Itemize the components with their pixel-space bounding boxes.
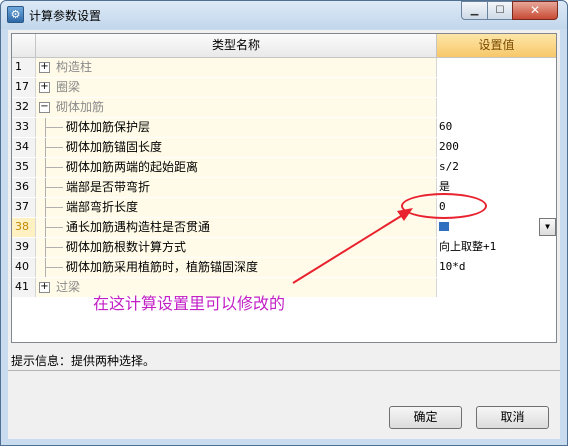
ok-button[interactable]: 确定 [389, 406, 462, 429]
value-cell[interactable]: 向上取整+1 [437, 238, 556, 257]
name-cell[interactable]: + 圈梁 [36, 78, 437, 97]
value-cell[interactable] [437, 58, 556, 77]
grid-row[interactable]: 36 端部是否带弯折 是 [12, 178, 556, 197]
value-combo[interactable]: ▼ [437, 218, 556, 237]
grid-row[interactable]: 33 砌体加筋保护层 60 [12, 118, 556, 137]
name-cell[interactable]: 砌体加筋保护层 [36, 118, 437, 137]
row-number: 36 [12, 178, 36, 197]
value-cell[interactable]: 60 [437, 118, 556, 137]
minimize-button[interactable]: ▁ [461, 1, 488, 20]
expand-plus-icon[interactable]: + [39, 82, 50, 93]
value-cell[interactable] [437, 98, 556, 117]
group-label: 圈梁 [56, 80, 81, 94]
name-cell[interactable]: − 砌体加筋 [36, 98, 437, 117]
tree-branch [45, 167, 63, 168]
name-cell[interactable]: 端部是否带弯折 [36, 178, 437, 197]
setting-label: 砌体加筋两端的起始距离 [66, 160, 199, 174]
column-header-value[interactable]: 设置值 [437, 34, 556, 58]
grid-row-group[interactable]: 17 + 圈梁 [12, 78, 556, 97]
close-button[interactable]: ✕ [512, 1, 558, 20]
grid-row[interactable]: 35 砌体加筋两端的起始距离 s/2 [12, 158, 556, 177]
name-cell[interactable]: 砌体加筋根数计算方式 [36, 238, 437, 257]
window-title: 计算参数设置 [29, 9, 102, 23]
grid-row[interactable]: 39 砌体加筋根数计算方式 向上取整+1 [12, 238, 556, 257]
divider [8, 370, 560, 371]
grid-row-selected[interactable]: 38 通长加筋遇构造柱是否贯通 ▼ [12, 218, 556, 237]
hint-text: 提示信息：提供两种选择。 [11, 354, 156, 368]
value-cell[interactable]: s/2 [437, 158, 556, 177]
name-cell[interactable]: + 构造柱 [36, 58, 437, 77]
tree-branch [45, 207, 63, 208]
title-bar[interactable]: ⚙ 计算参数设置 ▁ ☐ ✕ [1, 1, 567, 29]
grid-row[interactable]: 40 砌体加筋采用植筋时，植筋锚固深度 10*d [12, 258, 556, 277]
setting-label: 通长加筋遇构造柱是否贯通 [66, 220, 211, 234]
setting-label: 端部弯折长度 [66, 200, 139, 214]
expand-plus-icon[interactable]: + [39, 282, 50, 293]
group-label: 构造柱 [56, 60, 93, 74]
row-number: 1 [12, 58, 36, 77]
setting-label: 端部是否带弯折 [66, 180, 151, 194]
tree-branch [45, 227, 63, 228]
expand-plus-icon[interactable]: + [39, 62, 50, 73]
dialog-client-area: 类型名称 设置值 1 + 构造柱 17 + 圈梁 32 − 砌体加筋 33 砌体… [8, 30, 560, 439]
row-number: 38 [12, 218, 36, 237]
cancel-button[interactable]: 取消 [476, 406, 549, 429]
row-number: 40 [12, 258, 36, 277]
settings-app-icon: ⚙ [7, 6, 24, 23]
grid-header: 类型名称 设置值 [12, 34, 556, 58]
row-number: 39 [12, 238, 36, 257]
tree-branch [45, 247, 63, 248]
value-cell[interactable] [437, 278, 556, 297]
name-cell[interactable]: 通长加筋遇构造柱是否贯通 [36, 218, 437, 237]
row-number: 17 [12, 78, 36, 97]
row-number: 35 [12, 158, 36, 177]
value-cell[interactable]: 10*d [437, 258, 556, 277]
annotation-ellipse [401, 193, 487, 219]
name-cell[interactable]: 砌体加筋采用植筋时，植筋锚固深度 [36, 258, 437, 277]
row-number: 41 [12, 278, 36, 297]
combo-value-icon [439, 221, 449, 231]
settings-dialog: ⚙ 计算参数设置 ▁ ☐ ✕ 类型名称 设置值 1 + 构造柱 17 + 圈梁 … [0, 0, 568, 446]
collapse-minus-icon[interactable]: − [39, 102, 50, 113]
column-header-name[interactable]: 类型名称 [36, 34, 437, 58]
group-label: 过梁 [56, 280, 81, 294]
row-number: 37 [12, 198, 36, 217]
row-number-header [12, 34, 36, 58]
name-cell[interactable]: 砌体加筋锚固长度 [36, 138, 437, 157]
tree-branch [45, 187, 63, 188]
row-number: 32 [12, 98, 36, 117]
value-cell[interactable] [437, 78, 556, 97]
row-number: 33 [12, 118, 36, 137]
setting-label: 砌体加筋锚固长度 [66, 140, 163, 154]
setting-label: 砌体加筋保护层 [66, 120, 151, 134]
value-cell[interactable]: 200 [437, 138, 556, 157]
tree-branch [45, 147, 63, 148]
group-label: 砌体加筋 [56, 100, 105, 114]
setting-label: 砌体加筋根数计算方式 [66, 240, 187, 254]
dropdown-arrow-icon[interactable]: ▼ [539, 218, 556, 236]
maximize-button[interactable]: ☐ [487, 1, 513, 20]
tree-branch [45, 267, 63, 268]
row-number: 34 [12, 138, 36, 157]
annotation-text: 在这计算设置里可以修改的 [93, 294, 286, 313]
name-cell[interactable]: 砌体加筋两端的起始距离 [36, 158, 437, 177]
name-cell[interactable]: 端部弯折长度 [36, 198, 437, 217]
setting-label: 砌体加筋采用植筋时，植筋锚固深度 [66, 260, 259, 274]
grid-row-group[interactable]: 32 − 砌体加筋 [12, 98, 556, 117]
tree-branch [45, 127, 63, 128]
grid-row[interactable]: 34 砌体加筋锚固长度 200 [12, 138, 556, 157]
grid-row-group[interactable]: 1 + 构造柱 [12, 58, 556, 77]
